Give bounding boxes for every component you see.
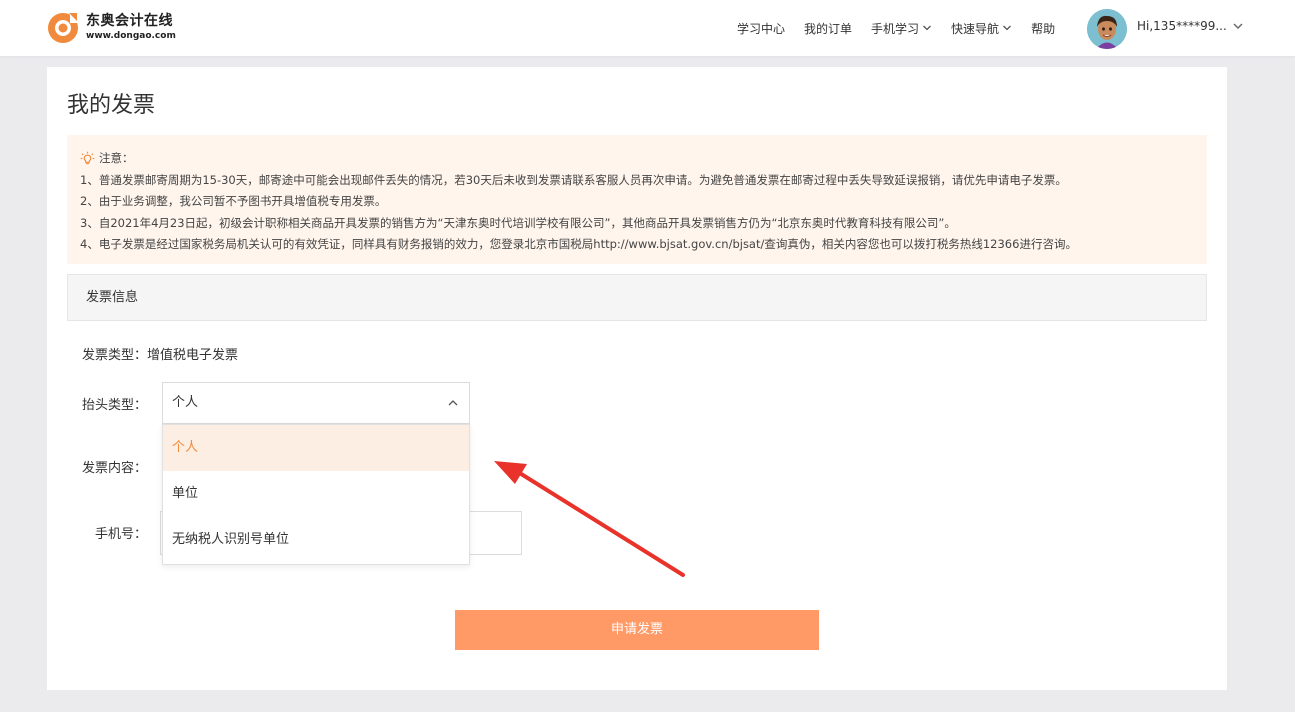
notice-line: 4、电子发票是经过国家税务局机关认可的有效凭证，同样具有财务报销的效力，您登录北… xyxy=(80,237,1077,252)
chevron-down-icon xyxy=(1003,25,1012,31)
nav-mobile-learning[interactable]: 手机学习 xyxy=(871,20,932,37)
nav-label: 快速导航 xyxy=(951,21,1000,36)
chevron-down-icon xyxy=(1233,23,1243,29)
site-logo[interactable]: 东奥会计在线 www.dongao.com xyxy=(46,8,176,46)
top-nav: 学习中心 我的订单 手机学习 快速导航 帮助 xyxy=(737,19,1074,37)
invoice-type-row: 发票类型：增值税电子发票 xyxy=(82,344,238,363)
page-title: 我的发票 xyxy=(67,93,156,118)
lightbulb-icon xyxy=(80,152,95,165)
nav-label: 我的订单 xyxy=(804,21,853,36)
nav-help[interactable]: 帮助 xyxy=(1031,20,1055,37)
nav-my-orders[interactable]: 我的订单 xyxy=(804,20,852,37)
invoice-type-value: 增值税电子发票 xyxy=(147,348,239,363)
invoice-content-label: 发票内容： xyxy=(82,461,148,476)
notice-heading: 注意： xyxy=(99,151,134,165)
nav-label: 手机学习 xyxy=(871,21,920,36)
nav-label: 帮助 xyxy=(1031,21,1056,36)
nav-quick-navigation[interactable]: 快速导航 xyxy=(951,20,1012,37)
title-type-label: 抬头类型： xyxy=(82,398,148,413)
chevron-down-icon xyxy=(923,25,932,31)
apply-invoice-button[interactable]: 申请发票 xyxy=(455,610,819,650)
logo-name: 东奥会计在线 xyxy=(86,12,173,29)
phone-label: 手机号： xyxy=(95,527,148,542)
title-type-selected-value: 个人 xyxy=(172,395,199,410)
title-type-dropdown: 个人 单位 无纳税人识别号单位 xyxy=(162,424,470,565)
top-header: 东奥会计在线 www.dongao.com 学习中心 我的订单 手机学习 快速导… xyxy=(0,0,1295,56)
dropdown-option-company-no-tax-id[interactable]: 无纳税人识别号单位 xyxy=(163,517,469,563)
invoice-card: 我的发票 注意： 1、普通发票邮寄周期为15-30天，邮寄途中可能会出现邮件丢失… xyxy=(47,67,1227,690)
title-type-select[interactable]: 个人 xyxy=(162,382,470,424)
notice-line: 1、普通发票邮寄周期为15-30天，邮寄途中可能会出现邮件丢失的情况，若30天后… xyxy=(80,172,1067,187)
dropdown-option-personal[interactable]: 个人 xyxy=(163,425,469,471)
nav-label: 学习中心 xyxy=(737,21,786,36)
logo-mark-icon xyxy=(46,10,80,44)
dropdown-option-company[interactable]: 单位 xyxy=(163,471,469,517)
chevron-up-icon xyxy=(448,400,458,406)
user-menu[interactable]: Hi,135****99... xyxy=(1137,19,1244,33)
user-avatar[interactable] xyxy=(1087,9,1127,49)
notice-box: 注意： 1、普通发票邮寄周期为15-30天，邮寄途中可能会出现邮件丢失的情况，若… xyxy=(67,135,1207,264)
nav-learning-center[interactable]: 学习中心 xyxy=(737,20,785,37)
notice-line: 3、自2021年4月23日起，初级会计职称相关商品开具发票的销售方为“天津东奥时… xyxy=(80,215,956,230)
section-header-invoice-info: 发票信息 xyxy=(67,274,1207,321)
invoice-type-label: 发票类型： xyxy=(82,348,148,363)
user-greeting: Hi,135****99... xyxy=(1137,19,1227,33)
notice-line: 2、由于业务调整，我公司暂不予图书开具增值税专用发票。 xyxy=(80,194,387,209)
logo-url: www.dongao.com xyxy=(86,30,176,41)
